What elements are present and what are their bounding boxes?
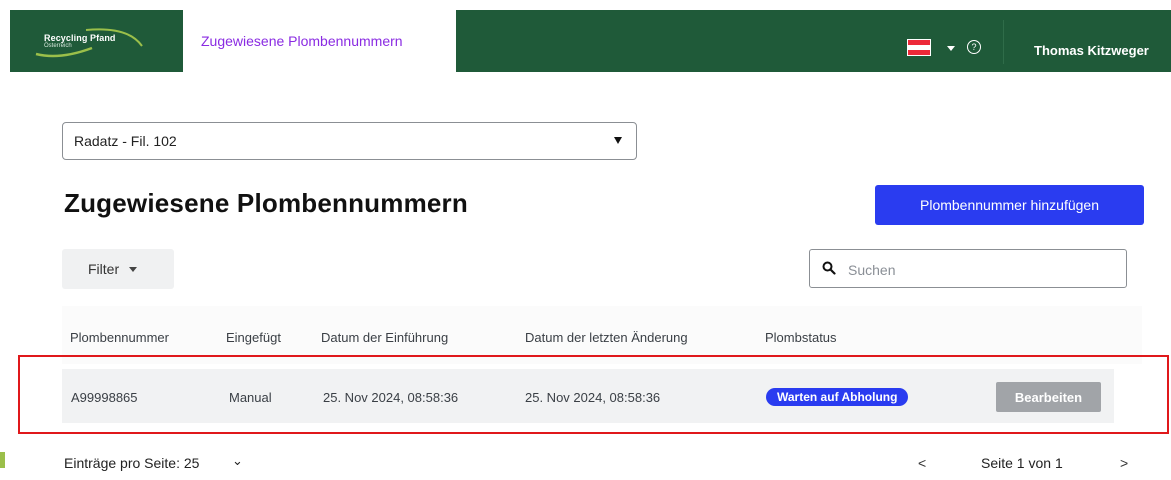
language-dropdown-caret-icon[interactable] (947, 46, 955, 51)
column-header-eingefuegt[interactable]: Eingefügt (226, 330, 281, 345)
column-header-datum-einfuehrung[interactable]: Datum der Einführung (321, 330, 448, 345)
filter-label: Filter (88, 261, 120, 277)
cell-eingefuegt: Manual (229, 390, 272, 405)
next-page-button[interactable]: > (1120, 455, 1128, 471)
column-header-plombennummer[interactable]: Plombennummer (70, 330, 169, 345)
austria-flag-icon[interactable] (907, 39, 931, 56)
recycling-pfand-logo[interactable]: Recycling Pfand Österreich (30, 24, 150, 58)
cell-datum-einfuehrung: 25. Nov 2024, 08:58:36 (323, 390, 459, 405)
help-icon[interactable]: ? (967, 40, 981, 54)
edit-button[interactable]: Bearbeiten (996, 382, 1101, 412)
logo-text: Recycling Pfand (44, 33, 116, 43)
header-divider (1003, 20, 1004, 64)
search-box[interactable] (809, 249, 1127, 289)
cell-plombennummer: A99998865 (71, 390, 138, 405)
top-navigation-bar: Recycling Pfand Österreich Zugewiesene P… (10, 10, 1171, 72)
search-input[interactable] (846, 250, 1120, 289)
tab-zugewiesene-plombennummern[interactable]: Zugewiesene Plombennummern (183, 10, 456, 72)
column-header-plombstatus[interactable]: Plombstatus (765, 330, 837, 345)
user-name[interactable]: Thomas Kitzweger (1034, 43, 1149, 58)
filter-button[interactable]: Filter (62, 249, 174, 289)
cell-datum-aenderung: 25. Nov 2024, 08:58:36 (525, 390, 661, 405)
tab-label: Zugewiesene Plombennummern (201, 33, 403, 49)
left-accent-bar (0, 452, 5, 468)
page-info: Seite 1 von 1 (981, 455, 1063, 471)
dropdown-arrow-icon (614, 137, 622, 144)
status-badge: Warten auf Abholung (766, 388, 909, 406)
store-select-value: Radatz - Fil. 102 (74, 133, 177, 149)
page-title: Zugewiesene Plombennummern (64, 188, 468, 218)
entries-per-page-select[interactable]: Einträge pro Seite: 25 (64, 455, 199, 471)
table-header: Plombennummer Eingefügt Datum der Einfüh… (62, 306, 1142, 364)
add-seal-number-button[interactable]: Plombennummer hinzufügen (875, 185, 1144, 225)
logo-subtext: Österreich (44, 43, 72, 49)
caret-down-icon (129, 266, 138, 272)
search-icon (822, 261, 836, 275)
table-row: A99998865 Manual 25. Nov 2024, 08:58:36 … (62, 369, 1114, 423)
chevron-down-icon[interactable]: ⌄ (232, 453, 243, 469)
column-header-datum-aenderung[interactable]: Datum der letzten Änderung (525, 330, 688, 345)
store-select[interactable]: Radatz - Fil. 102 (62, 122, 637, 160)
previous-page-button[interactable]: < (918, 455, 926, 471)
